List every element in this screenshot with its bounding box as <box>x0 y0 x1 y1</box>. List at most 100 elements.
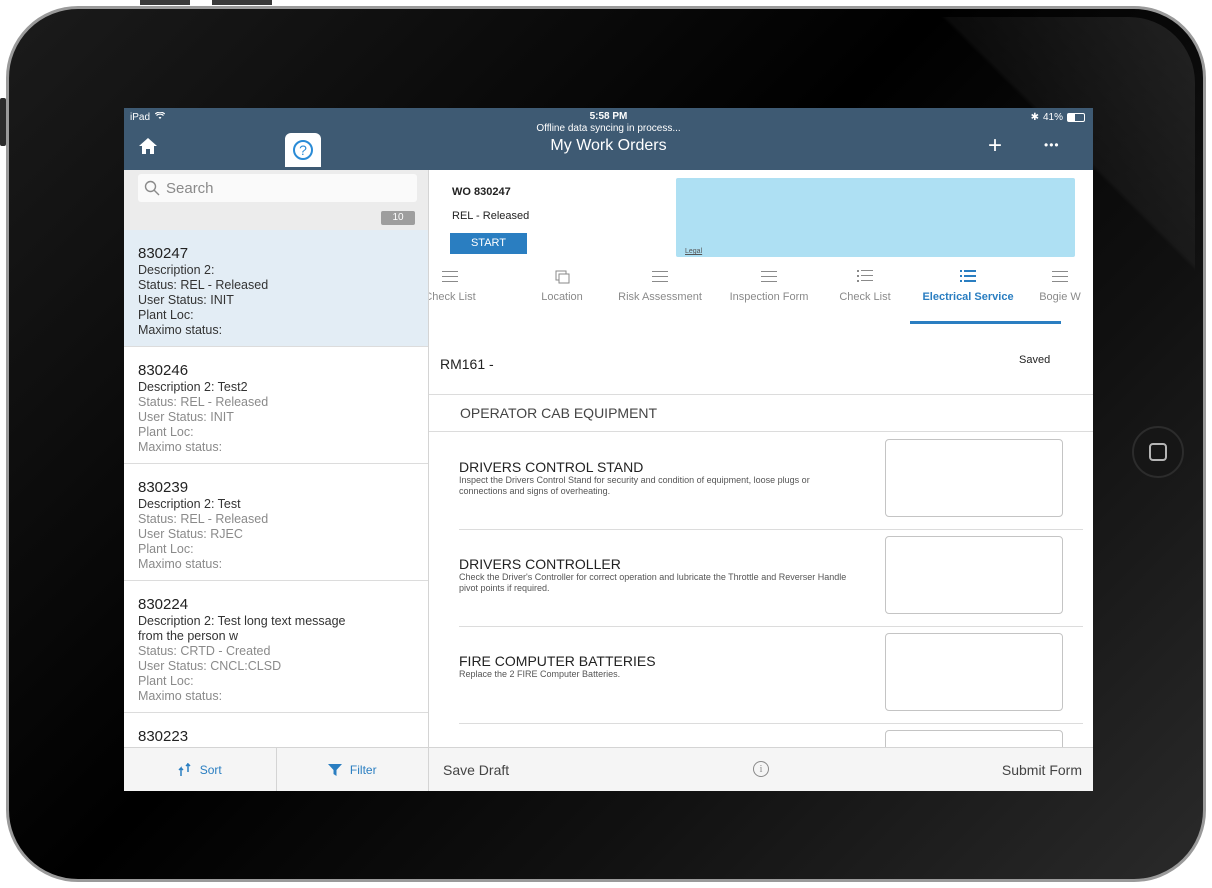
top-bar: iPad 5:58 PM Offline data syncing in pro… <box>124 108 1093 170</box>
bluetooth-icon: ✱ <box>1030 112 1039 123</box>
tab-label: Check List <box>429 291 476 303</box>
status-time: 5:58 PM <box>589 111 628 122</box>
search-input[interactable]: Search <box>138 174 417 202</box>
work-order-detail-line: Status: REL - Released <box>138 278 269 292</box>
save-draft-button[interactable]: Save Draft <box>443 762 509 778</box>
work-order-number: 830246 <box>138 362 189 379</box>
work-order-detail-line: User Status: CNCL:CLSD <box>138 659 282 673</box>
info-icon[interactable]: i <box>753 761 769 777</box>
list-item[interactable]: 830247 Description 2: Status: REL - Releas… <box>124 230 428 347</box>
submit-form-button[interactable]: Submit Form <box>1002 762 1082 778</box>
section-title: OPERATOR CAB EQUIPMENT <box>460 405 658 421</box>
status-bar-right: ✱ 41% <box>1031 112 1085 123</box>
list-item[interactable]: 830246 Description 2: Test2 Status: REL - … <box>124 347 428 464</box>
tab-electrical-service[interactable]: Electrical Service <box>910 264 1026 324</box>
search-area: Search 10 <box>124 170 428 230</box>
help-icon: ? <box>293 140 313 160</box>
sort-label: Sort <box>199 763 222 777</box>
work-order-detail-line: Maximo status: <box>138 323 223 337</box>
tab-location[interactable]: Location <box>525 264 599 324</box>
filter-icon <box>327 764 342 776</box>
work-order-detail-line: User Status: INIT <box>138 410 234 424</box>
work-order-detail-pane: WO 830247 REL - Released START Legal Che… <box>429 170 1093 791</box>
tab-label: Inspection Form <box>729 291 809 303</box>
check-item-description: Inspect the Drivers Control Stand for se… <box>459 475 810 496</box>
tab-risk-assessment[interactable]: Risk Assessment <box>600 264 720 324</box>
work-order-number: 830224 <box>138 596 189 613</box>
work-order-number: 830223 <box>138 728 189 745</box>
form-id: RM161 - <box>440 356 494 372</box>
tab-label: Location <box>541 291 583 303</box>
home-icon[interactable] <box>138 136 158 156</box>
home-hardware-button[interactable] <box>1132 426 1184 478</box>
work-order-number: 830239 <box>138 479 189 496</box>
work-order-status: REL - Released <box>452 210 530 222</box>
check-item: DRIVERS CONTROLLER Check the Driver's Co… <box>459 529 1083 627</box>
work-order-detail-line: Plant Loc: <box>138 674 194 688</box>
checklist-icon <box>857 269 873 287</box>
list-icon <box>652 269 668 287</box>
section-header: OPERATOR CAB EQUIPMENT <box>429 395 1093 432</box>
work-order-title: WO 830247 <box>452 186 511 198</box>
filter-button[interactable]: Filter <box>277 748 429 791</box>
tab-bogie-w[interactable]: Bogie W <box>1025 264 1093 324</box>
work-order-detail-line: Maximo status: <box>138 689 223 703</box>
page-title: My Work Orders <box>550 137 667 154</box>
tab-check-list[interactable]: Check List <box>429 264 493 324</box>
work-order-detail-line: Maximo status: <box>138 440 223 454</box>
work-order-detail-line: User Status: INIT <box>138 293 234 307</box>
work-order-list-pane: Search 10 830247 Description 2: Status: RE… <box>124 170 429 791</box>
work-order-detail-line: Maximo status: <box>138 557 223 571</box>
list-item[interactable]: 830239 Description 2: Test Status: REL - R… <box>124 464 428 581</box>
check-item-title: DRIVERS CONTROLLER <box>459 556 621 572</box>
home-button-icon <box>1149 443 1167 461</box>
work-order-detail-line: Plant Loc: <box>138 542 194 556</box>
check-item-description: Replace the 2 FIRE Computer Batteries. <box>459 669 621 679</box>
list-item[interactable]: 830224 Description 2: Test long text mess… <box>124 581 428 713</box>
legal-link[interactable]: Legal <box>685 248 702 255</box>
tab-check-list[interactable]: Check List <box>827 264 903 324</box>
legal-panel: Legal <box>676 178 1075 257</box>
work-order-list: 830247 Description 2: Status: REL - Releas… <box>124 230 428 747</box>
sort-icon <box>178 763 191 776</box>
map-icon <box>554 269 570 287</box>
list-item[interactable]: 830223 <box>124 713 428 747</box>
help-button[interactable]: ? <box>285 133 321 167</box>
check-item-input[interactable] <box>885 439 1063 517</box>
tab-label: Check List <box>839 291 891 303</box>
more-button[interactable]: ••• <box>1044 138 1060 152</box>
work-order-detail-line: Description 2: <box>138 263 215 277</box>
saved-status: Saved <box>1019 354 1051 366</box>
check-item-input[interactable] <box>885 536 1063 614</box>
checklist-icon <box>960 269 976 287</box>
work-order-number: 830247 <box>138 245 189 262</box>
tab-label: Bogie W <box>1039 291 1081 303</box>
work-order-detail-line: Plant Loc: <box>138 308 194 322</box>
battery-level-fill <box>1068 114 1075 121</box>
check-item-title: FIRE COMPUTER BATTERIES <box>459 653 656 669</box>
tab-label: Risk Assessment <box>618 291 702 303</box>
work-order-detail-line: User Status: RJEC <box>138 527 243 541</box>
filter-label: Filter <box>349 763 377 777</box>
sync-message: Offline data syncing in process... <box>536 123 681 134</box>
work-order-detail-line: from the person w <box>138 629 239 643</box>
work-order-detail-line: Description 2: Test <box>138 497 241 511</box>
add-button[interactable]: + <box>988 134 1002 158</box>
battery-percent: 41% <box>1042 112 1063 123</box>
work-order-detail-line: Status: REL - Released <box>138 395 269 409</box>
check-item: DRIVERS CONTROL STAND Inspect the Driver… <box>459 432 1083 530</box>
sort-button[interactable]: Sort <box>124 748 277 791</box>
work-order-detail-line: Status: REL - Released <box>138 512 269 526</box>
work-order-detail-line: Description 2: Test2 <box>138 380 248 394</box>
check-item-description: Check the Driver's Controller for correc… <box>459 572 847 593</box>
count-badge: 10 <box>381 211 415 225</box>
list-toolbar: Sort Filter <box>124 747 428 791</box>
list-icon <box>1052 269 1068 287</box>
tab-inspection-form[interactable]: Inspection Form <box>714 264 824 324</box>
check-item-title: DRIVERS CONTROL STAND <box>459 459 644 475</box>
start-button[interactable]: START <box>450 233 527 254</box>
work-order-detail-line: Description 2: Test long text message <box>138 614 346 628</box>
app-screen: iPad 5:58 PM Offline data syncing in pro… <box>124 108 1093 791</box>
work-order-detail-line: Status: CRTD - Created <box>138 644 271 658</box>
check-item-input[interactable] <box>885 633 1063 711</box>
